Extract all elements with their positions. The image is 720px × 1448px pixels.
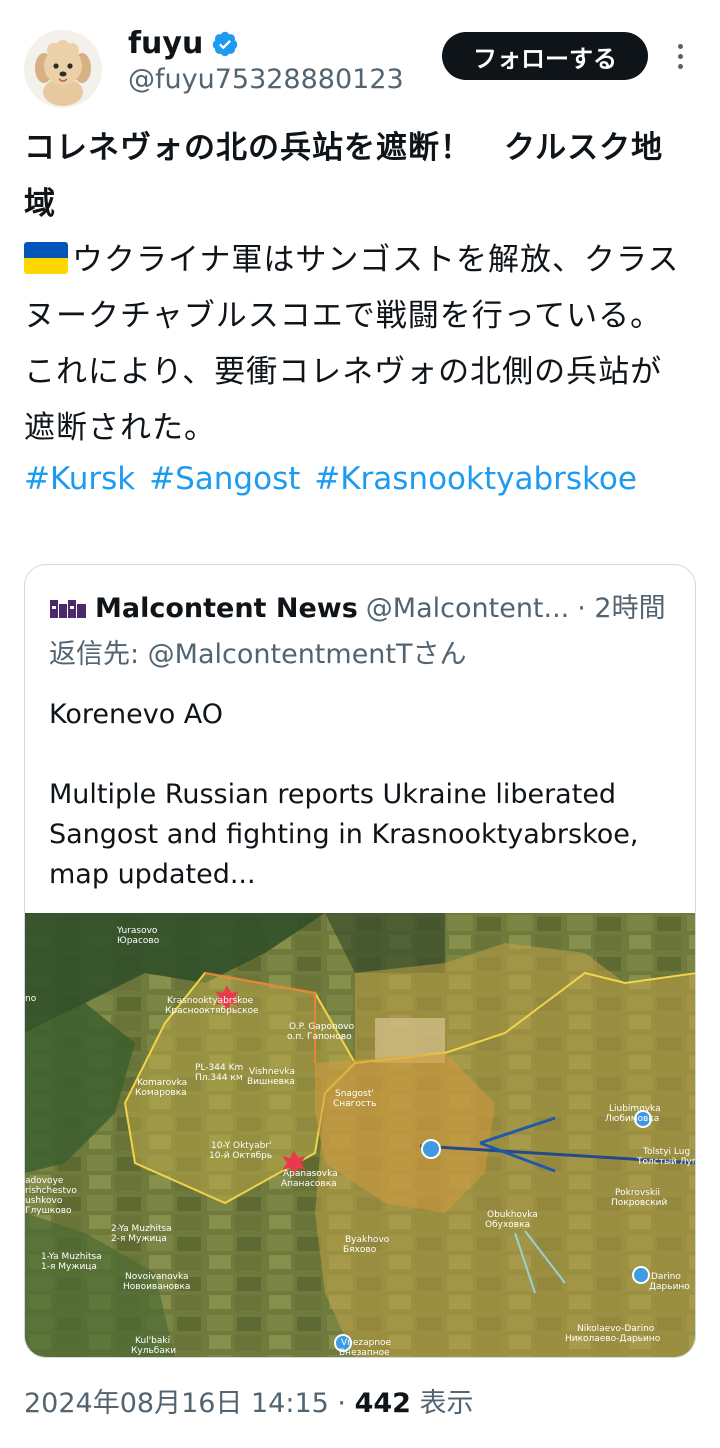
map-label: 10-Y Oktyabr' <box>211 1141 272 1151</box>
map-label: 1-я Мужица <box>41 1262 97 1272</box>
map-label: Vnezapnoe <box>341 1338 392 1348</box>
map-label: adovoye <box>25 1176 64 1186</box>
hashtag-link[interactable]: #Kursk <box>24 461 135 497</box>
reply-to-label: 返信先: @MalcontentmentTさん <box>49 639 467 670</box>
map-label: rishchestvo <box>25 1186 77 1196</box>
map-label: 2-я Мужица <box>111 1234 167 1244</box>
tweet-paragraph-1: ウクライナ軍はサンゴストを解放、クラスヌークチャブルスコエで戦闘を行っている。 <box>24 232 694 344</box>
map-label: Комаровка <box>135 1088 187 1098</box>
views-label: 表示 <box>410 1388 474 1419</box>
tweet-paragraph-1-text: ウクライナ軍はサンゴストを解放、クラスヌークチャブルスコエで戦闘を行っている。 <box>24 242 680 334</box>
map-label: Komarovka <box>137 1078 187 1088</box>
map-label: Новоивановка <box>123 1282 190 1292</box>
map-label: Darino <box>651 1272 681 1282</box>
view-count: 442 <box>354 1388 411 1419</box>
hashtag-link[interactable]: #Krasnooktyabrskoe <box>314 461 637 497</box>
map-label: no <box>25 994 37 1004</box>
map-label: Pokrovskii <box>615 1188 660 1198</box>
map-label: Толстый Луг <box>636 1157 696 1167</box>
map-label: O.P. Gaponovo <box>289 1022 355 1032</box>
more-icon[interactable] <box>666 38 694 74</box>
quoted-tweet-header: Malcontent News @Malcontent... · 2時間 <box>49 589 675 629</box>
map-label: Liubimovka <box>609 1104 661 1114</box>
tweet-paragraph-2: これにより、要衝コレネヴォの北側の兵站が遮断された。 <box>24 354 663 446</box>
map-label: Глушково <box>25 1206 72 1216</box>
tweet-detail: fuyu @fuyu75328880123 フォローする コレネヴォの北の兵站を… <box>0 0 720 1448</box>
map-label: Дарьино <box>649 1282 690 1292</box>
map-label: Snagost' <box>335 1089 374 1099</box>
map-label: Кульбаки <box>131 1346 176 1356</box>
quoted-author-handle: @Malcontent... <box>365 593 570 624</box>
map-label: Любимовка <box>605 1114 659 1124</box>
hashtag-link[interactable]: #Sangost <box>149 461 300 497</box>
map-label: Krasnooktyabrskoe <box>167 996 254 1006</box>
author-handle[interactable]: @fuyu75328880123 <box>128 62 404 98</box>
quoted-tweet-time: · 2時間 <box>577 593 666 624</box>
author-display-name[interactable]: fuyu <box>128 24 239 64</box>
tweet-text: コレネヴォの北の兵站を遮断！ クルスク地域 ウクライナ軍はサンゴストを解放、クラ… <box>24 120 694 502</box>
map-label: Obukhovka <box>487 1210 538 1220</box>
hashtags: #Kursk #Sangost #Krasnooktyabrskoe <box>24 456 694 502</box>
map-label: Vishnevka <box>249 1067 295 1077</box>
quoted-tweet-text: Korenevo AO Multiple Russian reports Ukr… <box>49 699 639 890</box>
tweet-title: コレネヴォの北の兵站を遮断！ クルスク地域 <box>24 130 664 222</box>
map-label: 10-й Октябрь <box>209 1151 272 1161</box>
map-label: PL-344 Km <box>195 1063 243 1073</box>
map-label: о.п. Гапоново <box>287 1032 352 1042</box>
map-label: 1-Ya Muzhitsa <box>41 1252 102 1262</box>
dog-avatar-icon[interactable] <box>24 30 102 108</box>
map-label: Byakhovo <box>345 1235 390 1245</box>
map-label: Apanasovka <box>283 1169 338 1179</box>
map-label: Yurasovo <box>116 926 158 936</box>
author-name[interactable]: fuyu <box>128 24 203 64</box>
map-label: Юрасово <box>117 936 160 946</box>
map-label: Бяхово <box>343 1245 377 1255</box>
map-label: Снагость <box>333 1099 376 1109</box>
verified-badge-icon <box>213 31 238 57</box>
frontline-map-image[interactable]: Yurasovo Юрасово Krasnooktyabrskoe Красн… <box>25 913 696 1358</box>
malcontent-logo-icon <box>49 598 87 620</box>
map-label: Обуховка <box>485 1220 530 1230</box>
map-label: Novoivanovka <box>125 1272 189 1282</box>
tweet-meta: 2024年08月16日 14:15 · 442 表示 <box>24 1384 474 1424</box>
quoted-author-name: Malcontent News <box>95 593 358 624</box>
quoted-tweet-card[interactable]: Malcontent News @Malcontent... · 2時間 返信先… <box>24 564 696 1358</box>
follow-button[interactable]: フォローする <box>442 32 648 80</box>
map-label: 2-Ya Muzhitsa <box>111 1224 172 1234</box>
map-label: Tolstyi Lug <box>642 1147 690 1157</box>
tweet-timestamp[interactable]: 2024年08月16日 14:15 · <box>24 1388 355 1419</box>
map-label: Апанасовка <box>281 1179 337 1189</box>
map-label: Покровский <box>611 1198 667 1208</box>
ukraine-flag-icon <box>24 242 68 274</box>
map-label: Пл.344 км <box>195 1073 243 1083</box>
map-label: Внезапное <box>339 1348 390 1358</box>
map-label: Kul'baki <box>135 1336 170 1346</box>
map-label: ushkovo <box>25 1196 63 1206</box>
map-label: Nikolaevo-Darino <box>577 1324 655 1334</box>
map-label: Красноoктябрьское <box>165 1006 259 1016</box>
map-label: Вишневка <box>247 1077 295 1087</box>
map-label: Николаево-Дарьино <box>565 1334 661 1344</box>
